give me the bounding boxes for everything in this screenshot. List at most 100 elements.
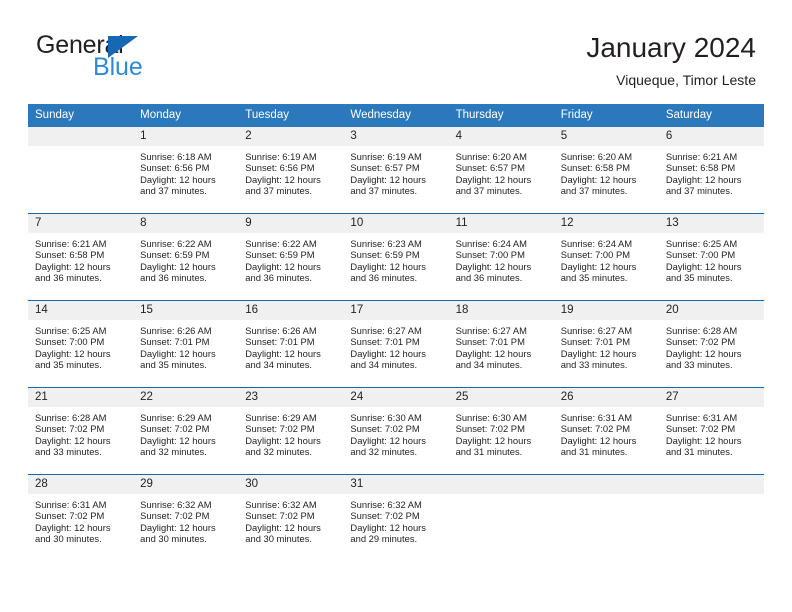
calendar-day-cell[interactable] — [553, 473, 659, 561]
day-cell-body: 16 Sunrise: 6:26 AM Sunset: 7:01 PM Dayligh… — [238, 300, 344, 387]
day-number: 10 — [343, 213, 449, 233]
calendar-day-cell[interactable]: 10 Sunrise: 6:23 AM Sunset: 6:59 PM Dayligh… — [343, 212, 449, 301]
sun-times-info: Sunrise: 6:32 AM Sunset: 7:02 PM Daylight:… — [238, 494, 343, 545]
calendar-day-cell[interactable]: 29 Sunrise: 6:32 AM Sunset: 7:02 PM Dayligh… — [133, 473, 239, 561]
calendar-day-cell[interactable]: 21 Sunrise: 6:28 AM Sunset: 7:02 PM Dayligh… — [28, 386, 134, 475]
daylight-duration-line1: Daylight: 12 hours — [245, 347, 321, 359]
day-cell-body: 12 Sunrise: 6:24 AM Sunset: 7:00 PM Dayligh… — [553, 213, 659, 300]
daylight-duration-line2: and 37 minutes. — [560, 185, 628, 197]
sunrise-time: Sunrise: 6:32 AM — [245, 498, 317, 510]
day-number: 24 — [343, 387, 449, 407]
day-number: 19 — [553, 300, 659, 320]
weekday-header-tuesday: Tuesday — [238, 104, 344, 127]
calendar-day-cell[interactable]: 2 Sunrise: 6:19 AM Sunset: 6:56 PM Daylight… — [238, 126, 344, 214]
sunset-time: Sunset: 6:56 PM — [140, 162, 210, 174]
calendar-day-cell[interactable]: 22 Sunrise: 6:29 AM Sunset: 7:02 PM Dayligh… — [133, 386, 239, 475]
calendar-day-cell[interactable]: 1 Sunrise: 6:18 AM Sunset: 6:56 PM Daylight… — [133, 126, 239, 214]
logo-text-blue: Blue — [93, 53, 143, 81]
calendar-day-cell[interactable]: 23 Sunrise: 6:29 AM Sunset: 7:02 PM Dayligh… — [238, 386, 344, 475]
sun-times-info — [554, 494, 659, 499]
daylight-duration-line1: Daylight: 12 hours — [350, 521, 426, 533]
day-number: 2 — [238, 126, 344, 146]
general-blue-logo[interactable]: General Blue — [36, 33, 166, 85]
day-cell-body — [448, 474, 554, 561]
sunset-time: Sunset: 7:02 PM — [350, 423, 420, 435]
daylight-duration-line2: and 35 minutes. — [560, 272, 628, 284]
sun-times-info: Sunrise: 6:31 AM Sunset: 7:02 PM Daylight:… — [659, 407, 764, 458]
daylight-duration-line2: and 36 minutes. — [455, 272, 523, 284]
calendar-day-cell[interactable]: 8 Sunrise: 6:22 AM Sunset: 6:59 PM Daylight… — [133, 212, 239, 301]
sun-times-info: Sunrise: 6:18 AM Sunset: 6:56 PM Daylight:… — [133, 146, 238, 197]
day-number: 7 — [28, 213, 134, 233]
day-cell-body: 29 Sunrise: 6:32 AM Sunset: 7:02 PM Dayligh… — [133, 474, 239, 561]
calendar-day-cell[interactable]: 14 Sunrise: 6:25 AM Sunset: 7:00 PM Dayligh… — [28, 299, 134, 388]
sun-times-info: Sunrise: 6:22 AM Sunset: 6:59 PM Daylight:… — [133, 233, 238, 284]
sunset-time: Sunset: 7:02 PM — [35, 510, 105, 522]
calendar-day-cell[interactable]: 12 Sunrise: 6:24 AM Sunset: 7:00 PM Dayligh… — [553, 212, 659, 301]
calendar-day-cell[interactable]: 24 Sunrise: 6:30 AM Sunset: 7:02 PM Dayligh… — [343, 386, 449, 475]
day-number: 17 — [343, 300, 449, 320]
calendar-day-cell[interactable] — [658, 473, 764, 561]
calendar-day-cell[interactable]: 11 Sunrise: 6:24 AM Sunset: 7:00 PM Dayligh… — [448, 212, 554, 301]
day-number: 21 — [28, 387, 134, 407]
daylight-duration-line1: Daylight: 12 hours — [350, 260, 426, 272]
sun-times-info: Sunrise: 6:21 AM Sunset: 6:58 PM Daylight:… — [659, 146, 764, 197]
sunset-time: Sunset: 7:00 PM — [665, 249, 736, 261]
page-header: General Blue January 2024 Viqueque, Timo… — [0, 0, 792, 103]
day-number: 29 — [133, 474, 239, 494]
daylight-duration-line1: Daylight: 12 hours — [35, 521, 111, 533]
day-number: 20 — [658, 300, 764, 320]
calendar-day-cell[interactable]: 7 Sunrise: 6:21 AM Sunset: 6:58 PM Daylight… — [28, 212, 134, 301]
calendar-day-cell[interactable]: 9 Sunrise: 6:22 AM Sunset: 6:59 PM Daylight… — [238, 212, 344, 301]
calendar-day-cell[interactable]: 16 Sunrise: 6:26 AM Sunset: 7:01 PM Dayligh… — [238, 299, 344, 388]
daylight-duration-line1: Daylight: 12 hours — [35, 347, 111, 359]
day-cell-body: 30 Sunrise: 6:32 AM Sunset: 7:02 PM Dayligh… — [238, 474, 344, 561]
calendar-day-cell[interactable]: 17 Sunrise: 6:27 AM Sunset: 7:01 PM Dayligh… — [343, 299, 449, 388]
day-number: 8 — [133, 213, 239, 233]
calendar-day-cell[interactable]: 28 Sunrise: 6:31 AM Sunset: 7:02 PM Dayligh… — [28, 473, 134, 561]
daylight-duration-line1: Daylight: 12 hours — [455, 347, 532, 359]
daylight-duration-line2: and 30 minutes. — [245, 533, 312, 545]
day-number: 26 — [553, 387, 659, 407]
sun-times-info: Sunrise: 6:24 AM Sunset: 7:00 PM Daylight:… — [449, 233, 554, 284]
day-cell-body: 27 Sunrise: 6:31 AM Sunset: 7:02 PM Dayligh… — [658, 387, 764, 474]
calendar-day-cell[interactable]: 31 Sunrise: 6:32 AM Sunset: 7:02 PM Dayligh… — [343, 473, 449, 561]
daylight-duration-line2: and 37 minutes. — [140, 185, 207, 197]
sunrise-time: Sunrise: 6:21 AM — [35, 237, 107, 249]
calendar-day-cell[interactable]: 4 Sunrise: 6:20 AM Sunset: 6:57 PM Daylight… — [448, 126, 554, 214]
daylight-duration-line2: and 35 minutes. — [140, 359, 207, 371]
daylight-duration-line2: and 37 minutes. — [455, 185, 523, 197]
calendar-day-cell[interactable] — [28, 126, 134, 214]
calendar-day-cell[interactable]: 25 Sunrise: 6:30 AM Sunset: 7:02 PM Dayligh… — [448, 386, 554, 475]
calendar-day-cell[interactable]: 6 Sunrise: 6:21 AM Sunset: 6:58 PM Daylight… — [658, 126, 764, 214]
sunrise-time: Sunrise: 6:20 AM — [560, 150, 633, 162]
sunset-time: Sunset: 7:02 PM — [245, 510, 315, 522]
calendar-day-cell[interactable]: 13 Sunrise: 6:25 AM Sunset: 7:00 PM Dayligh… — [658, 212, 764, 301]
day-number: 4 — [448, 126, 554, 146]
day-cell-body — [28, 126, 134, 213]
sunset-time: Sunset: 7:01 PM — [245, 336, 315, 348]
daylight-duration-line2: and 37 minutes. — [245, 185, 312, 197]
calendar-day-cell[interactable]: 18 Sunrise: 6:27 AM Sunset: 7:01 PM Dayligh… — [448, 299, 554, 388]
sunrise-time: Sunrise: 6:25 AM — [665, 237, 738, 249]
calendar-day-cell[interactable]: 15 Sunrise: 6:26 AM Sunset: 7:01 PM Dayligh… — [133, 299, 239, 388]
daylight-duration-line1: Daylight: 12 hours — [245, 260, 321, 272]
calendar-day-cell[interactable]: 3 Sunrise: 6:19 AM Sunset: 6:57 PM Daylight… — [343, 126, 449, 214]
calendar-day-cell[interactable]: 20 Sunrise: 6:28 AM Sunset: 7:02 PM Dayligh… — [658, 299, 764, 388]
calendar-day-cell[interactable]: 19 Sunrise: 6:27 AM Sunset: 7:01 PM Dayligh… — [553, 299, 659, 388]
sunrise-time: Sunrise: 6:23 AM — [350, 237, 422, 249]
sunrise-time: Sunrise: 6:25 AM — [35, 324, 107, 336]
sunset-time: Sunset: 7:00 PM — [35, 336, 105, 348]
sunrise-time: Sunrise: 6:28 AM — [35, 411, 107, 423]
calendar-day-cell[interactable]: 30 Sunrise: 6:32 AM Sunset: 7:02 PM Dayligh… — [238, 473, 344, 561]
weekday-header-monday: Monday — [133, 104, 239, 127]
sunrise-time: Sunrise: 6:26 AM — [245, 324, 317, 336]
calendar-day-cell[interactable]: 26 Sunrise: 6:31 AM Sunset: 7:02 PM Dayligh… — [553, 386, 659, 475]
calendar-day-cell[interactable] — [448, 473, 554, 561]
sun-times-info: Sunrise: 6:28 AM Sunset: 7:02 PM Daylight:… — [659, 320, 764, 371]
calendar-day-cell[interactable]: 5 Sunrise: 6:20 AM Sunset: 6:58 PM Daylight… — [553, 126, 659, 214]
daylight-duration-line2: and 35 minutes. — [35, 359, 102, 371]
sun-times-info: Sunrise: 6:29 AM Sunset: 7:02 PM Daylight:… — [133, 407, 238, 458]
calendar-day-cell[interactable]: 27 Sunrise: 6:31 AM Sunset: 7:02 PM Dayligh… — [658, 386, 764, 475]
day-number: 27 — [658, 387, 764, 407]
